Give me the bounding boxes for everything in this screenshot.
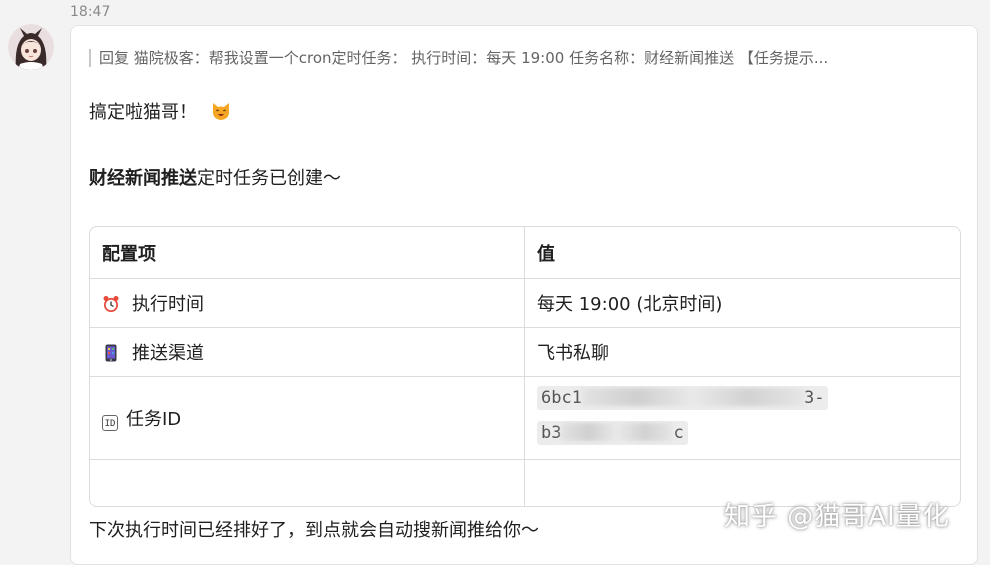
label-execution-time: 执行时间 bbox=[132, 294, 204, 315]
label-push-channel: 推送渠道 bbox=[132, 343, 204, 364]
header-config-item: 配置项 bbox=[90, 227, 525, 279]
config-table: 配置项 值 执行时间 每天 19:00 (北京时间) 推送渠道 飞书私聊 ID … bbox=[89, 226, 961, 507]
id-icon: ID bbox=[102, 415, 118, 431]
task-id-part: b3 bbox=[541, 423, 562, 443]
empty-cell bbox=[90, 460, 525, 506]
task-id-part: c bbox=[673, 423, 684, 443]
table-row: 推送渠道 飞书私聊 bbox=[90, 328, 960, 377]
task-id-code-line-2[interactable]: b3 c bbox=[537, 421, 688, 445]
avatar[interactable] bbox=[8, 24, 54, 70]
footer-text: 下次执行时间已经排好了，到点就会自动搜新闻推给你～ bbox=[89, 520, 539, 541]
task-created-text: 财经新闻推送定时任务已创建～ bbox=[89, 164, 341, 190]
mobile-phone-icon bbox=[102, 344, 120, 362]
value-push-channel: 飞书私聊 bbox=[525, 328, 960, 377]
table-row: 执行时间 每天 19:00 (北京时间) bbox=[90, 279, 960, 328]
label-task-id: 任务ID bbox=[126, 409, 182, 430]
value-task-id[interactable]: 6bc1 3- b3 c bbox=[525, 377, 960, 460]
greeting-label: 搞定啦猫哥！ bbox=[89, 102, 197, 123]
task-id-part: 6bc1 bbox=[541, 388, 582, 408]
alarm-clock-icon bbox=[102, 295, 120, 313]
cell-label: 执行时间 bbox=[90, 279, 525, 328]
task-id-part: 3- bbox=[803, 388, 825, 408]
value-execution-time: 每天 19:00 (北京时间) bbox=[525, 279, 960, 328]
task-created-suffix: 定时任务已创建～ bbox=[197, 168, 341, 189]
cat-girl-avatar-icon bbox=[8, 24, 54, 70]
table-row: ID 任务ID 6bc1 3- b3 c bbox=[90, 377, 960, 460]
cell-label: ID 任务ID bbox=[90, 377, 525, 460]
redacted-blur bbox=[581, 388, 804, 406]
task-id-code-line-1[interactable]: 6bc1 3- bbox=[537, 386, 829, 410]
cat-face-icon bbox=[211, 102, 231, 121]
cell-label: 推送渠道 bbox=[90, 328, 525, 377]
watermark: 知乎 @猫哥AI量化 bbox=[724, 502, 950, 532]
table-header-row: 配置项 值 bbox=[90, 227, 960, 279]
greeting-text: 搞定啦猫哥！ bbox=[89, 98, 231, 124]
reply-quote[interactable]: 回复 猫院极客：帮我设置一个cron定时任务： 执行时间：每天 19:00 任务… bbox=[89, 49, 979, 67]
message-timestamp: 18:47 bbox=[70, 4, 111, 20]
header-value: 值 bbox=[525, 227, 960, 279]
redacted-blur bbox=[561, 423, 674, 441]
message-bubble: 回复 猫院极客：帮我设置一个cron定时任务： 执行时间：每天 19:00 任务… bbox=[70, 25, 978, 565]
task-name: 财经新闻推送 bbox=[89, 168, 197, 189]
